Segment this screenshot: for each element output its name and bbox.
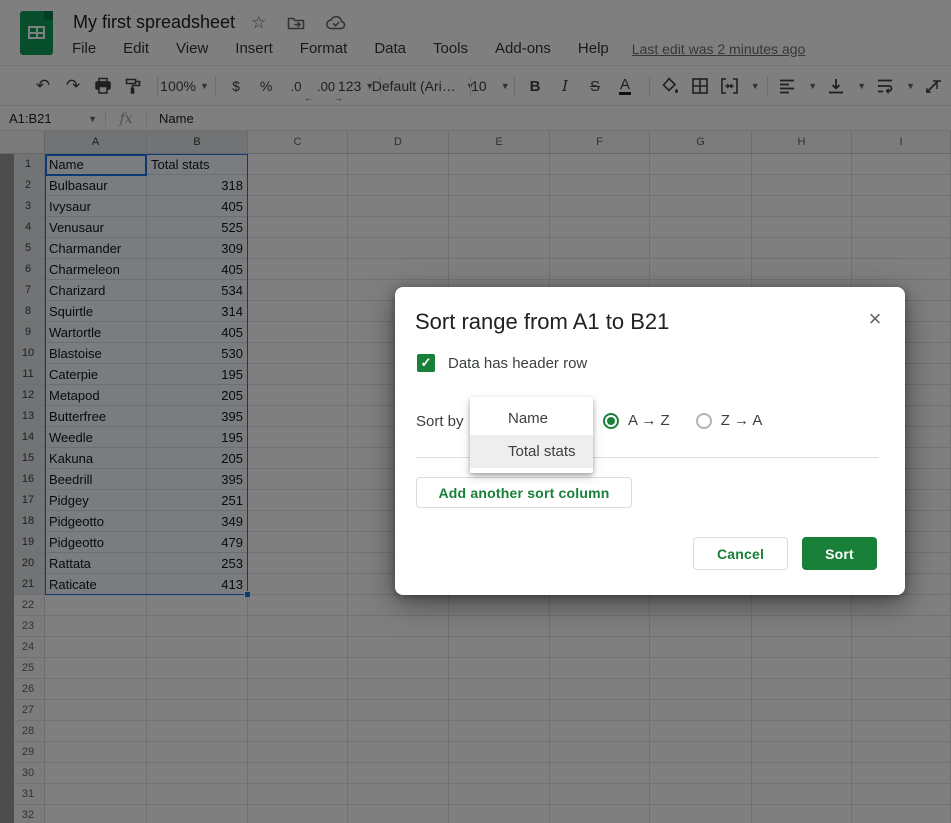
- radio-ascending-label[interactable]: A → Z: [628, 412, 670, 429]
- sort-direction-radios: A → Z Z → A: [603, 412, 762, 429]
- dialog-title: Sort range from A1 to B21: [415, 309, 669, 335]
- cancel-button[interactable]: Cancel: [693, 537, 788, 570]
- close-icon[interactable]: ×: [861, 305, 889, 333]
- menu-option-total-stats[interactable]: Total stats: [470, 435, 593, 468]
- radio-descending-label[interactable]: Z → A: [721, 412, 763, 429]
- checkbox-checked-icon[interactable]: ✓: [417, 354, 435, 372]
- radio-descending[interactable]: [696, 413, 712, 429]
- google-sheets-app: My first spreadsheet ☆ FileEditViewInser…: [0, 0, 951, 823]
- header-row-checkbox-row[interactable]: ✓ Data has header row: [417, 354, 587, 372]
- menu-option-name[interactable]: Name: [470, 402, 593, 435]
- add-sort-column-button[interactable]: Add another sort column: [416, 477, 632, 508]
- sort-button[interactable]: Sort: [802, 537, 877, 570]
- sort-by-label: Sort by: [416, 413, 464, 430]
- sort-column-dropdown-menu: NameTotal stats: [470, 397, 593, 473]
- radio-ascending[interactable]: [603, 413, 619, 429]
- checkbox-label: Data has header row: [448, 355, 587, 372]
